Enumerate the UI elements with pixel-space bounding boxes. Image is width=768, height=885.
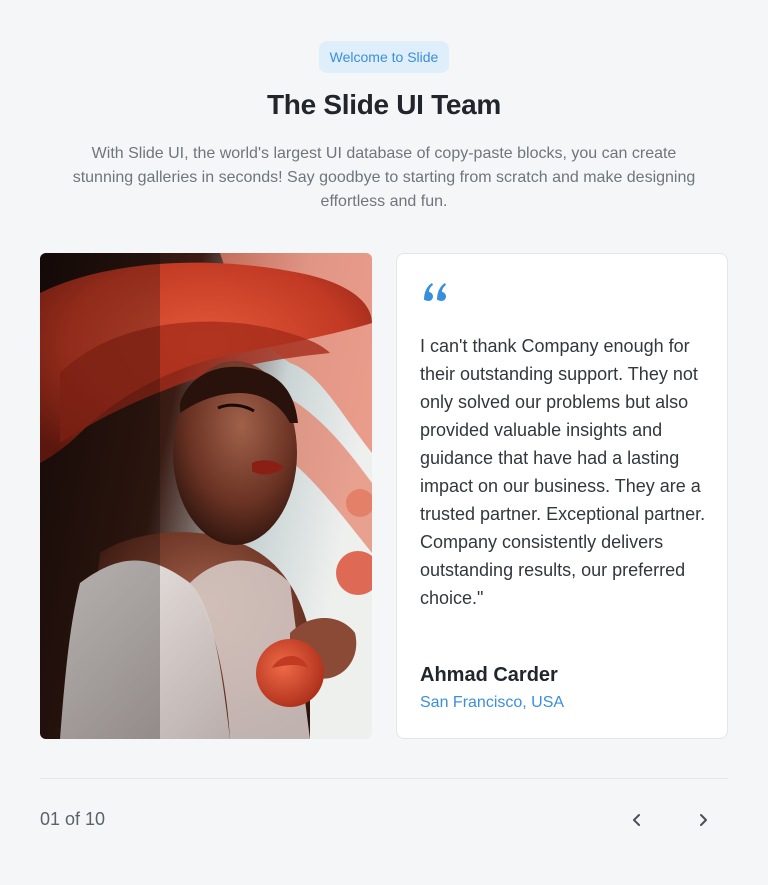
author-name: Ahmad Carder bbox=[420, 664, 558, 686]
pagination-label: 01 of 10 bbox=[40, 809, 106, 829]
divider bbox=[40, 778, 728, 779]
chevron-left-icon bbox=[633, 814, 640, 826]
testimonial-quote: I can't thank Company enough for their o… bbox=[420, 336, 706, 608]
testimonial-photo bbox=[40, 253, 372, 739]
next-button[interactable] bbox=[689, 806, 717, 834]
previous-button[interactable] bbox=[623, 806, 651, 834]
badge-wrap: Welcome to Slide bbox=[0, 41, 768, 73]
page-subtitle: With Slide UI, the world's largest UI da… bbox=[72, 145, 696, 210]
page-title: The Slide UI Team bbox=[267, 89, 501, 120]
testimonial-card: I can't thank Company enough for their o… bbox=[396, 253, 728, 739]
welcome-badge: Welcome to Slide bbox=[318, 41, 450, 73]
testimonial-section: Welcome to Slide The Slide UI Team With … bbox=[0, 0, 768, 885]
author-location: San Francisco, USA bbox=[420, 694, 565, 711]
quote-icon bbox=[422, 282, 448, 307]
chevron-right-icon bbox=[700, 814, 707, 826]
